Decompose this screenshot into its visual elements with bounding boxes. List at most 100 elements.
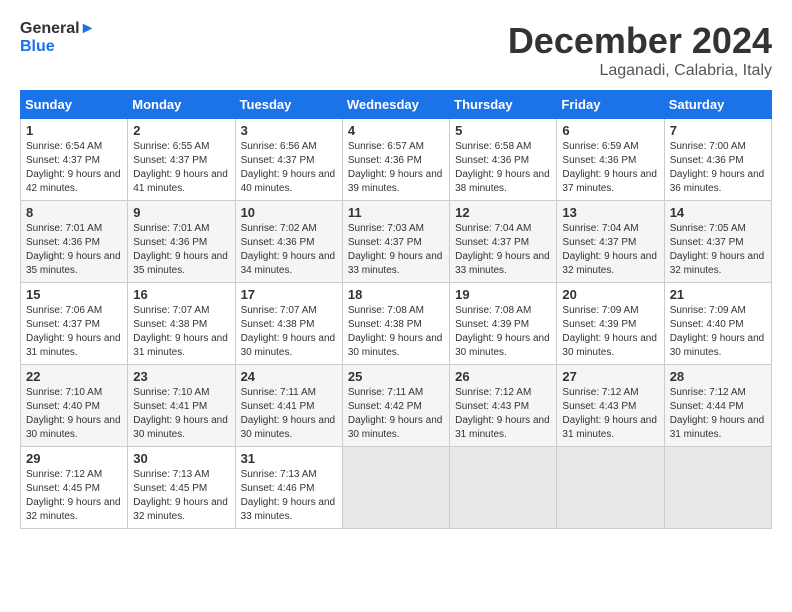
day-number: 26 (455, 369, 551, 384)
week-row-3: 15 Sunrise: 7:06 AMSunset: 4:37 PMDaylig… (21, 283, 772, 365)
day-number: 20 (562, 287, 658, 302)
col-wednesday: Wednesday (342, 91, 449, 119)
empty-cell (557, 447, 664, 529)
day-info: Sunrise: 6:57 AMSunset: 4:36 PMDaylight:… (348, 141, 443, 194)
day-number: 19 (455, 287, 551, 302)
day-number: 24 (241, 369, 337, 384)
day-info: Sunrise: 7:00 AMSunset: 4:36 PMDaylight:… (670, 141, 765, 194)
day-cell-27: 27 Sunrise: 7:12 AMSunset: 4:43 PMDaylig… (557, 365, 664, 447)
day-cell-29: 29 Sunrise: 7:12 AMSunset: 4:45 PMDaylig… (21, 447, 128, 529)
day-info: Sunrise: 7:12 AMSunset: 4:45 PMDaylight:… (26, 469, 121, 522)
calendar-table: Sunday Monday Tuesday Wednesday Thursday… (20, 90, 772, 529)
day-info: Sunrise: 7:13 AMSunset: 4:46 PMDaylight:… (241, 469, 336, 522)
day-number: 10 (241, 205, 337, 220)
day-info: Sunrise: 7:06 AMSunset: 4:37 PMDaylight:… (26, 305, 121, 358)
day-cell-30: 30 Sunrise: 7:13 AMSunset: 4:45 PMDaylig… (128, 447, 235, 529)
week-row-2: 8 Sunrise: 7:01 AMSunset: 4:36 PMDayligh… (21, 201, 772, 283)
day-cell-16: 16 Sunrise: 7:07 AMSunset: 4:38 PMDaylig… (128, 283, 235, 365)
week-row-4: 22 Sunrise: 7:10 AMSunset: 4:40 PMDaylig… (21, 365, 772, 447)
day-cell-28: 28 Sunrise: 7:12 AMSunset: 4:44 PMDaylig… (664, 365, 771, 447)
day-info: Sunrise: 7:12 AMSunset: 4:43 PMDaylight:… (455, 387, 550, 440)
day-number: 1 (26, 123, 122, 138)
day-info: Sunrise: 7:04 AMSunset: 4:37 PMDaylight:… (562, 223, 657, 276)
day-cell-14: 14 Sunrise: 7:05 AMSunset: 4:37 PMDaylig… (664, 201, 771, 283)
day-number: 13 (562, 205, 658, 220)
day-cell-13: 13 Sunrise: 7:04 AMSunset: 4:37 PMDaylig… (557, 201, 664, 283)
day-info: Sunrise: 6:58 AMSunset: 4:36 PMDaylight:… (455, 141, 550, 194)
day-info: Sunrise: 7:11 AMSunset: 4:41 PMDaylight:… (241, 387, 336, 440)
day-info: Sunrise: 7:11 AMSunset: 4:42 PMDaylight:… (348, 387, 443, 440)
title-area: December 2024 Laganadi, Calabria, Italy (508, 20, 772, 80)
day-number: 7 (670, 123, 766, 138)
day-number: 12 (455, 205, 551, 220)
col-sunday: Sunday (21, 91, 128, 119)
day-number: 30 (133, 451, 229, 466)
day-cell-10: 10 Sunrise: 7:02 AMSunset: 4:36 PMDaylig… (235, 201, 342, 283)
day-info: Sunrise: 7:10 AMSunset: 4:41 PMDaylight:… (133, 387, 228, 440)
day-info: Sunrise: 7:07 AMSunset: 4:38 PMDaylight:… (241, 305, 336, 358)
day-cell-11: 11 Sunrise: 7:03 AMSunset: 4:37 PMDaylig… (342, 201, 449, 283)
col-thursday: Thursday (450, 91, 557, 119)
day-cell-21: 21 Sunrise: 7:09 AMSunset: 4:40 PMDaylig… (664, 283, 771, 365)
day-number: 23 (133, 369, 229, 384)
day-number: 25 (348, 369, 444, 384)
day-info: Sunrise: 7:12 AMSunset: 4:43 PMDaylight:… (562, 387, 657, 440)
empty-cell (450, 447, 557, 529)
day-cell-8: 8 Sunrise: 7:01 AMSunset: 4:36 PMDayligh… (21, 201, 128, 283)
header: General► Blue December 2024 Laganadi, Ca… (20, 20, 772, 80)
day-info: Sunrise: 7:07 AMSunset: 4:38 PMDaylight:… (133, 305, 228, 358)
day-number: 27 (562, 369, 658, 384)
day-cell-9: 9 Sunrise: 7:01 AMSunset: 4:36 PMDayligh… (128, 201, 235, 283)
day-cell-3: 3 Sunrise: 6:56 AMSunset: 4:37 PMDayligh… (235, 119, 342, 201)
day-number: 4 (348, 123, 444, 138)
day-number: 6 (562, 123, 658, 138)
col-saturday: Saturday (664, 91, 771, 119)
day-info: Sunrise: 7:09 AMSunset: 4:40 PMDaylight:… (670, 305, 765, 358)
empty-cell (342, 447, 449, 529)
day-cell-2: 2 Sunrise: 6:55 AMSunset: 4:37 PMDayligh… (128, 119, 235, 201)
day-cell-24: 24 Sunrise: 7:11 AMSunset: 4:41 PMDaylig… (235, 365, 342, 447)
day-cell-25: 25 Sunrise: 7:11 AMSunset: 4:42 PMDaylig… (342, 365, 449, 447)
day-cell-26: 26 Sunrise: 7:12 AMSunset: 4:43 PMDaylig… (450, 365, 557, 447)
day-info: Sunrise: 7:09 AMSunset: 4:39 PMDaylight:… (562, 305, 657, 358)
week-row-1: 1 Sunrise: 6:54 AMSunset: 4:37 PMDayligh… (21, 119, 772, 201)
day-info: Sunrise: 7:12 AMSunset: 4:44 PMDaylight:… (670, 387, 765, 440)
day-cell-18: 18 Sunrise: 7:08 AMSunset: 4:38 PMDaylig… (342, 283, 449, 365)
day-number: 3 (241, 123, 337, 138)
day-info: Sunrise: 6:59 AMSunset: 4:36 PMDaylight:… (562, 141, 657, 194)
col-friday: Friday (557, 91, 664, 119)
day-info: Sunrise: 7:04 AMSunset: 4:37 PMDaylight:… (455, 223, 550, 276)
col-tuesday: Tuesday (235, 91, 342, 119)
month-title: December 2024 (508, 20, 772, 62)
day-number: 22 (26, 369, 122, 384)
day-info: Sunrise: 6:55 AMSunset: 4:37 PMDaylight:… (133, 141, 228, 194)
day-info: Sunrise: 7:02 AMSunset: 4:36 PMDaylight:… (241, 223, 336, 276)
day-cell-17: 17 Sunrise: 7:07 AMSunset: 4:38 PMDaylig… (235, 283, 342, 365)
day-cell-6: 6 Sunrise: 6:59 AMSunset: 4:36 PMDayligh… (557, 119, 664, 201)
days-of-week-row: Sunday Monday Tuesday Wednesday Thursday… (21, 91, 772, 119)
day-number: 9 (133, 205, 229, 220)
day-cell-7: 7 Sunrise: 7:00 AMSunset: 4:36 PMDayligh… (664, 119, 771, 201)
day-number: 5 (455, 123, 551, 138)
day-info: Sunrise: 7:03 AMSunset: 4:37 PMDaylight:… (348, 223, 443, 276)
logo: General► Blue (20, 20, 95, 55)
day-number: 11 (348, 205, 444, 220)
day-number: 18 (348, 287, 444, 302)
day-info: Sunrise: 7:10 AMSunset: 4:40 PMDaylight:… (26, 387, 121, 440)
day-info: Sunrise: 7:08 AMSunset: 4:38 PMDaylight:… (348, 305, 443, 358)
day-number: 29 (26, 451, 122, 466)
day-cell-19: 19 Sunrise: 7:08 AMSunset: 4:39 PMDaylig… (450, 283, 557, 365)
day-number: 8 (26, 205, 122, 220)
day-info: Sunrise: 6:54 AMSunset: 4:37 PMDaylight:… (26, 141, 121, 194)
day-cell-4: 4 Sunrise: 6:57 AMSunset: 4:36 PMDayligh… (342, 119, 449, 201)
day-cell-5: 5 Sunrise: 6:58 AMSunset: 4:36 PMDayligh… (450, 119, 557, 201)
day-info: Sunrise: 7:01 AMSunset: 4:36 PMDaylight:… (26, 223, 121, 276)
day-number: 21 (670, 287, 766, 302)
day-number: 17 (241, 287, 337, 302)
day-info: Sunrise: 6:56 AMSunset: 4:37 PMDaylight:… (241, 141, 336, 194)
day-cell-1: 1 Sunrise: 6:54 AMSunset: 4:37 PMDayligh… (21, 119, 128, 201)
day-cell-20: 20 Sunrise: 7:09 AMSunset: 4:39 PMDaylig… (557, 283, 664, 365)
col-monday: Monday (128, 91, 235, 119)
day-cell-15: 15 Sunrise: 7:06 AMSunset: 4:37 PMDaylig… (21, 283, 128, 365)
day-number: 16 (133, 287, 229, 302)
